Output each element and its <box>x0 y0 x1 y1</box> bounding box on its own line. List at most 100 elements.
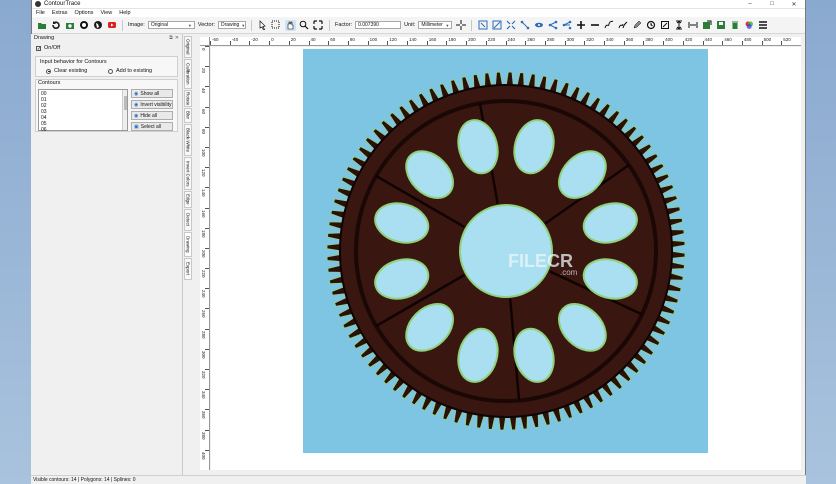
fit-screen-icon[interactable] <box>313 20 324 31</box>
tab-blur[interactable]: Blur <box>184 108 192 123</box>
ruler-label: 20 <box>290 37 296 42</box>
ruler-tick <box>210 41 211 45</box>
rotate-icon[interactable] <box>645 20 656 31</box>
zoom-icon[interactable] <box>299 20 310 31</box>
ruler-label: 260 <box>201 310 206 318</box>
list-item[interactable]: 06 <box>41 127 125 133</box>
radio-clear-existing[interactable]: Clear existing <box>46 68 108 74</box>
flip-vertical-icon[interactable] <box>673 20 684 31</box>
record-icon[interactable] <box>78 20 89 31</box>
menu-help[interactable]: Help <box>119 10 130 16</box>
save-icon[interactable] <box>715 20 726 31</box>
list-scrollbar[interactable] <box>122 90 127 130</box>
vector-select[interactable]: Drawing ▼ <box>217 21 246 29</box>
ruler-tick <box>205 268 209 270</box>
onoff-checkbox[interactable]: ✓ <box>36 45 41 51</box>
gear-image[interactable]: FILECR .com <box>303 49 708 453</box>
eye-icon[interactable] <box>533 20 544 31</box>
color-palette-icon[interactable] <box>743 20 754 31</box>
crop-icon[interactable] <box>659 20 670 31</box>
select-rectangle-icon[interactable] <box>271 20 282 31</box>
flip-horizontal-icon[interactable] <box>687 20 698 31</box>
export-icon[interactable] <box>701 20 712 31</box>
ruler-tick <box>702 41 704 45</box>
radio-dot[interactable] <box>108 68 113 74</box>
tab-drawing[interactable]: Drawing <box>184 232 192 257</box>
ruler-label: 500 <box>763 37 772 42</box>
ruler-label: 200 <box>468 37 476 42</box>
refresh-icon[interactable] <box>50 20 61 31</box>
tab-original-label: Original <box>185 39 191 55</box>
hide-all-label: Hide all <box>140 112 158 119</box>
ruler-label: 60 <box>201 108 206 114</box>
menu-options[interactable]: Options <box>74 10 93 16</box>
tab-calibration[interactable]: Calibration <box>184 59 192 89</box>
tab-export[interactable]: Export <box>184 258 192 280</box>
menu-icon[interactable] <box>757 20 768 31</box>
fit-contour-icon[interactable] <box>477 20 488 31</box>
resize-icon[interactable] <box>491 20 502 31</box>
show-all-label: Show all <box>140 90 160 97</box>
tab-invert-colors[interactable]: Invert Colors <box>184 157 192 190</box>
image-select[interactable]: Original ▼ <box>147 21 195 29</box>
tab-original[interactable]: Original <box>184 36 192 58</box>
vector-select-value: Drawing <box>220 22 240 28</box>
spline-icon[interactable] <box>603 20 614 31</box>
ruler-label: 280 <box>546 37 555 42</box>
menu-extras[interactable]: Extras <box>52 10 68 16</box>
minimize-button[interactable]: – <box>739 0 761 9</box>
panel-header-controls: ⧉ ✕ <box>167 35 179 41</box>
contours-list[interactable]: 00 01 02 03 04 05 06 <box>38 89 128 133</box>
youtube-icon[interactable] <box>106 20 117 31</box>
ruler-tick <box>205 328 209 330</box>
pointer-icon[interactable] <box>257 20 268 31</box>
contours-title: Contours <box>38 80 61 86</box>
delete-icon[interactable] <box>729 20 740 31</box>
ruler-horizontal: -60 -40 -20 0 20 40 60 80 100 120 140 160 180 200 220 2… <box>210 37 801 46</box>
ruler-tick <box>643 41 645 45</box>
share-icon[interactable] <box>547 20 558 31</box>
menu-file[interactable]: File <box>36 10 45 16</box>
unit-select[interactable]: Millimeter ▼ <box>418 21 453 29</box>
tab-black-white[interactable]: Black-White <box>184 124 192 156</box>
menu-view[interactable]: View <box>100 10 112 16</box>
crosshair-icon[interactable] <box>455 20 466 31</box>
hide-all-button[interactable]: ◉ Hide all <box>131 111 173 120</box>
tab-detect[interactable]: Detect <box>184 209 192 231</box>
ruler-label: 100 <box>369 37 378 42</box>
invert-visibility-button[interactable]: ◉ Invert visibility <box>131 100 173 109</box>
plus-icon[interactable] <box>575 20 586 31</box>
select-all-button[interactable]: ▣ Select all <box>131 122 173 131</box>
toolbar: Image: Original ▼ Vector: Drawing ▼ Factor… <box>32 17 805 34</box>
camera-icon[interactable] <box>64 20 75 31</box>
ruler-tick <box>446 41 448 45</box>
ruler-label: 60 <box>330 37 336 42</box>
ruler-tick <box>741 41 743 45</box>
open-folder-icon[interactable] <box>36 20 47 31</box>
input-behavior-title: Input behavior for Contours <box>40 59 107 65</box>
onoff-toggle[interactable]: ✓ On/Off <box>31 42 182 54</box>
factor-label: Factor: <box>334 22 353 28</box>
close-panel-icon[interactable]: ✕ <box>175 35 179 41</box>
spline-split-icon[interactable] <box>617 20 628 31</box>
show-all-button[interactable]: ◉ Show all <box>131 89 173 98</box>
radio-dot-selected[interactable] <box>46 68 51 74</box>
expand-icon[interactable] <box>505 20 516 31</box>
globe-icon[interactable] <box>92 20 103 31</box>
hand-icon[interactable] <box>284 19 296 31</box>
tab-rotate[interactable]: Rotate <box>184 90 192 107</box>
ruler-tick <box>623 41 625 45</box>
network-icon[interactable] <box>561 20 572 31</box>
tab-edge[interactable]: Edge <box>184 191 192 208</box>
ruler-label: 40 <box>201 88 206 94</box>
minus-icon[interactable] <box>589 20 600 31</box>
maximize-button[interactable]: □ <box>761 0 783 9</box>
nodes-icon[interactable] <box>519 20 530 31</box>
undock-icon[interactable]: ⧉ <box>169 35 173 41</box>
close-button[interactable]: ✕ <box>783 0 805 9</box>
radio-add-existing[interactable]: Add to existing <box>108 68 170 74</box>
pen-icon[interactable] <box>631 20 642 31</box>
ruler-tick <box>205 247 209 249</box>
scroll-thumb[interactable] <box>124 96 127 110</box>
factor-input[interactable]: 0.007390 <box>355 21 402 29</box>
